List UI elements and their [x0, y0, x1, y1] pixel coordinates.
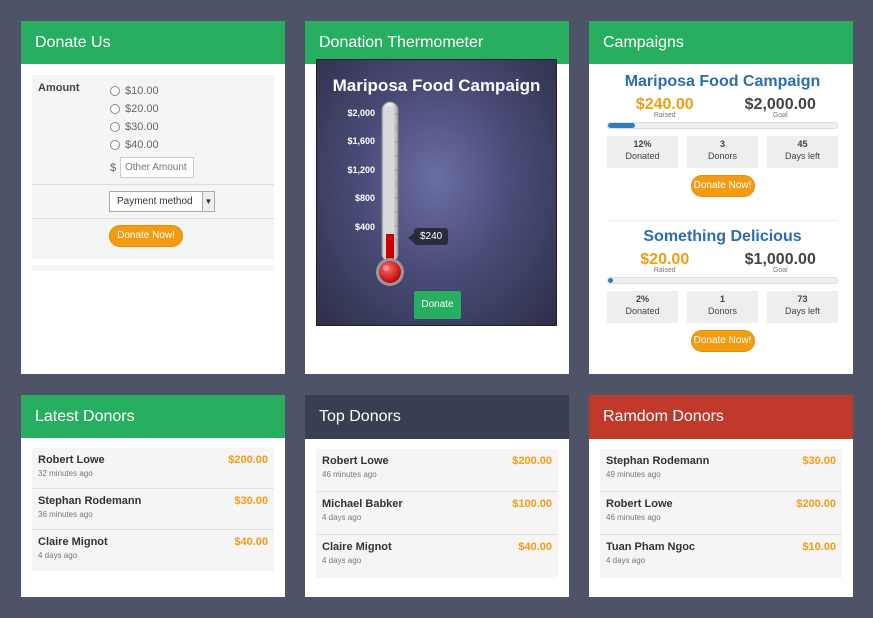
panel-title: Donate Us	[21, 21, 285, 64]
donor-list: Robert Lowe 32 minutes ago $200.00 Steph…	[32, 448, 274, 571]
donation-time: 4 days ago	[606, 556, 646, 565]
donation-amount: $200.00	[228, 454, 268, 466]
current-amount-tooltip: $240	[407, 228, 449, 245]
campaign-title: Mariposa Food Campaign	[332, 76, 541, 95]
donation-amount: $10.00	[802, 541, 836, 553]
donation-time: 46 minutes ago	[606, 513, 661, 522]
stat-days-left: 73 Days left	[767, 291, 838, 323]
radio-button[interactable]	[110, 86, 120, 96]
list-item: Robert Lowe 32 minutes ago $200.00	[32, 448, 274, 489]
list-item: Michael Babker 4 days ago $100.00	[316, 492, 558, 535]
progress-fill	[608, 123, 636, 128]
tick-label: $400	[354, 222, 375, 232]
donation-time: 49 minutes ago	[606, 470, 661, 479]
donation-time: 36 minutes ago	[38, 510, 93, 519]
donation-amount: $40.00	[518, 541, 552, 553]
donor-list: Stephan Rodemann 49 minutes ago $30.00 R…	[600, 449, 842, 578]
campaign-name[interactable]: Mariposa Food Campaign	[607, 73, 838, 91]
list-item: Claire Mignot 4 days ago $40.00	[316, 535, 558, 578]
stat-donors: 3 Donors	[687, 136, 758, 168]
donation-amount: $200.00	[512, 455, 552, 467]
panel-title: Ramdom Donors	[589, 395, 853, 439]
tick-label: $800	[354, 193, 375, 203]
divider	[607, 220, 838, 221]
divider	[32, 265, 274, 271]
latest-donors-panel: Latest Donors Robert Lowe 32 minutes ago…	[21, 395, 285, 597]
goal-label: Goal	[772, 112, 788, 119]
tick-label: $1,600	[347, 136, 375, 146]
panel-title: Latest Donors	[21, 395, 285, 438]
radio-button[interactable]	[110, 122, 120, 132]
list-item: Tuan Pham Ngoc 4 days ago $10.00	[600, 535, 842, 578]
list-item: Stephan Rodemann 36 minutes ago $30.00	[32, 489, 274, 530]
campaigns-panel: Campaigns Mariposa Food Campaign $240.00…	[589, 21, 853, 374]
list-item: Claire Mignot 4 days ago $40.00	[32, 530, 274, 571]
stat-donated: 12% Donated	[607, 136, 678, 168]
donation-amount: $200.00	[796, 498, 836, 510]
campaign-card: Mariposa Food Campaign $240.00 Raised $2,…	[607, 73, 838, 197]
amount-option[interactable]: $20.00	[110, 100, 194, 118]
radio-button[interactable]	[110, 104, 120, 114]
list-item: Stephan Rodemann 49 minutes ago $30.00	[600, 449, 842, 492]
goal-label: Goal	[772, 267, 788, 274]
donation-time: 32 minutes ago	[38, 469, 93, 478]
donation-time: 46 minutes ago	[322, 470, 377, 479]
donation-time: 4 days ago	[322, 556, 362, 565]
progress-bar	[607, 277, 838, 284]
stat-days-left: 45 Days left	[767, 136, 838, 168]
donate-now-button[interactable]: Donate Now!	[690, 175, 755, 197]
panel-title: Donation Thermometer	[305, 21, 569, 64]
other-amount-input[interactable]	[120, 157, 194, 178]
raised-label: Raised	[653, 112, 676, 119]
tick-label: $2,000	[347, 108, 375, 118]
campaign-card: Something Delicious $20.00 Raised $1,000.…	[607, 228, 838, 352]
thermometer-panel: Donation Thermometer Mariposa Food Campa…	[305, 21, 569, 374]
amount-label: Amount	[38, 82, 80, 94]
list-item: Robert Lowe 46 minutes ago $200.00	[600, 492, 842, 535]
donate-button[interactable]: Donate	[414, 291, 461, 319]
donate-now-button[interactable]: Donate Now!	[109, 225, 183, 247]
top-donors-panel: Top Donors Robert Lowe 46 minutes ago $2…	[305, 395, 569, 597]
amount-option[interactable]: $40.00	[110, 136, 194, 154]
donate-us-panel: Donate Us Amount $10.00 $20.00 $30.00 $4…	[21, 21, 285, 374]
donation-amount: $40.00	[234, 536, 268, 548]
panel-title: Top Donors	[305, 395, 569, 439]
campaign-name[interactable]: Something Delicious	[607, 228, 838, 246]
thermometer-widget: Mariposa Food Campaign $2,000 $1,600 $1,…	[316, 59, 557, 326]
donor-list: Robert Lowe 46 minutes ago $200.00 Micha…	[316, 449, 558, 578]
donation-amount: $30.00	[234, 495, 268, 507]
raised-label: Raised	[653, 267, 676, 274]
stat-donated: 2% Donated	[607, 291, 678, 323]
progress-bar	[607, 122, 838, 129]
amount-option[interactable]: $30.00	[110, 118, 194, 136]
list-item: Robert Lowe 46 minutes ago $200.00	[316, 449, 558, 492]
donate-now-button[interactable]: Donate Now!	[690, 330, 755, 352]
donation-time: 4 days ago	[322, 513, 362, 522]
donation-amount: $100.00	[512, 498, 552, 510]
progress-fill	[608, 278, 613, 283]
tick-label: $1,200	[347, 165, 375, 175]
donation-amount: $30.00	[802, 455, 836, 467]
chevron-down-icon: ▼	[202, 192, 214, 211]
radio-button[interactable]	[110, 140, 120, 150]
thermometer-icon	[376, 101, 404, 286]
stat-donors: 1 Donors	[687, 291, 758, 323]
currency-symbol: $	[110, 161, 117, 174]
donation-time: 4 days ago	[38, 551, 78, 560]
random-donors-panel: Ramdom Donors Stephan Rodemann 49 minute…	[589, 395, 853, 597]
donate-form: Amount $10.00 $20.00 $30.00 $40.00 $ Pay…	[32, 75, 274, 259]
amount-option[interactable]: $10.00	[110, 82, 194, 100]
payment-method-select[interactable]: Payment method ▼	[109, 191, 215, 212]
panel-title: Campaigns	[589, 21, 853, 64]
